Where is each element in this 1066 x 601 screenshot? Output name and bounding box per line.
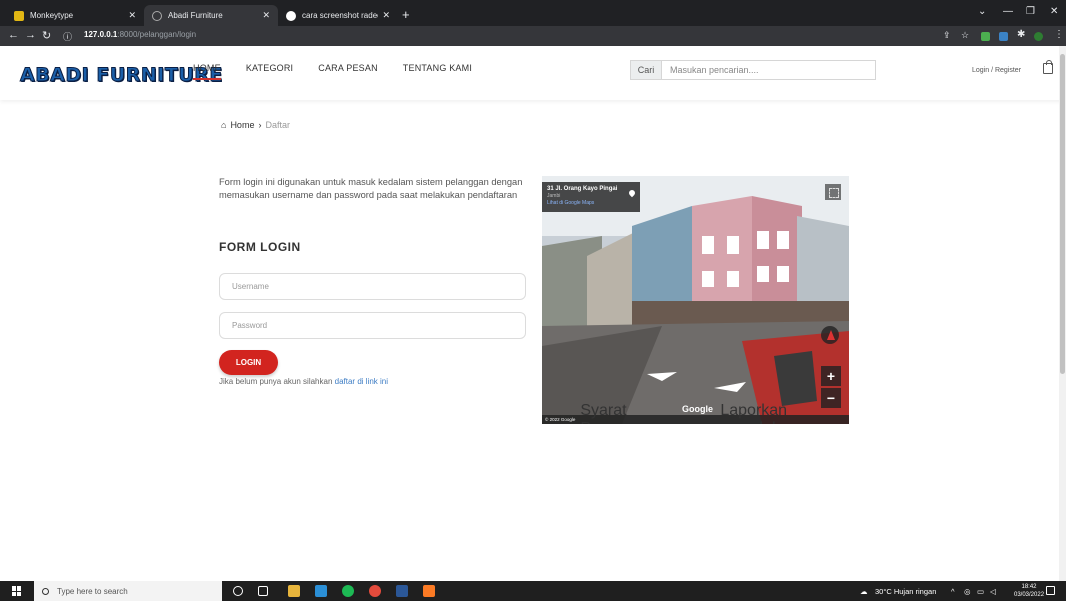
windows-start-icon[interactable] [12, 586, 22, 596]
close-icon[interactable]: ✕ [382, 10, 390, 21]
tab-screenshot-search[interactable]: cara screenshot radeon software ✕ [278, 5, 398, 26]
url-field[interactable]: 127.0.0.1:8000/pelanggan/login [84, 30, 196, 39]
file-explorer-icon[interactable] [288, 585, 300, 597]
map-report-link[interactable]: Laporkan masalah [720, 402, 846, 425]
view-on-google-maps-link[interactable]: Lihat di Google Maps [547, 200, 635, 206]
chevron-down-icon[interactable]: ⌄ [978, 6, 986, 17]
vscode-icon[interactable] [315, 585, 327, 597]
minimize-icon[interactable]: — [1003, 6, 1013, 17]
search-prefix-label: Cari [631, 61, 662, 79]
map-address: 31 Jl. Orang Kayo Pingai [547, 186, 618, 192]
register-note: Jika belum punya akun silahkan daftar di… [219, 377, 388, 386]
register-link[interactable]: daftar di link ini [335, 377, 388, 386]
taskbar-clock[interactable]: 18:42 03/03/2022 [1014, 583, 1044, 599]
restore-icon[interactable]: ❐ [1026, 6, 1035, 17]
kebab-menu-icon[interactable]: ⋮ [1054, 29, 1064, 40]
compass-icon[interactable] [821, 326, 839, 344]
register-prefix: Jika belum punya akun silahkan [219, 377, 333, 386]
tab-monkeytype[interactable]: Monkeytype ✕ [6, 5, 144, 26]
windows-taskbar: Type here to search ☁ 30°C Hujan ringan … [0, 581, 1066, 601]
scroll-thumb[interactable] [1060, 54, 1065, 374]
tab-title: Abadi Furniture [168, 11, 223, 20]
chrome-icon[interactable] [369, 585, 381, 597]
extension-icon[interactable] [981, 32, 990, 41]
back-icon[interactable]: ← [8, 29, 19, 41]
search-box: Cari [630, 60, 876, 80]
volume-icon[interactable]: ◁ [990, 587, 996, 596]
main-menu: HOME KATEGORI CARA PESAN TENTANG KAMI [193, 63, 472, 80]
browser-tab-bar: Monkeytype ✕ Abadi Furniture ✕ cara scre… [0, 0, 1066, 26]
menu-item-cara-pesan[interactable]: CARA PESAN [318, 63, 378, 80]
weather-text[interactable]: 30°C Hujan ringan [875, 587, 936, 596]
url-host: 127.0.0.1 [84, 30, 118, 39]
map-copyright: © 2022 Google [545, 417, 576, 422]
clock-time: 18:42 [1021, 584, 1037, 590]
street-view-image [542, 176, 849, 424]
form-title: FORM LOGIN [219, 240, 301, 254]
taskbar-search[interactable]: Type here to search [34, 581, 222, 601]
street-view-map[interactable]: 31 Jl. Orang Kayo Pingai Jambi Lihat di … [542, 176, 849, 424]
taskbar-search-placeholder: Type here to search [57, 586, 128, 596]
google-favicon-icon [286, 10, 296, 21]
breadcrumb: ⌂ Home › Daftar [221, 120, 290, 130]
menu-item-kategori[interactable]: KATEGORI [246, 63, 293, 80]
site-header: ABADI FURNITURE HOME KATEGORI CARA PESAN… [0, 46, 1066, 100]
star-icon[interactable]: ☆ [961, 30, 969, 41]
fullscreen-icon[interactable] [825, 184, 841, 200]
breadcrumb-home[interactable]: Home [230, 120, 254, 130]
notification-icon[interactable] [1046, 586, 1055, 595]
search-icon [42, 587, 49, 595]
profile-avatar-icon[interactable] [1034, 32, 1043, 41]
page-scrollbar[interactable] [1059, 46, 1066, 581]
battery-icon[interactable]: ▭ [977, 587, 984, 596]
info-icon[interactable]: ⓘ [63, 30, 72, 43]
tab-title: cara screenshot radeon software [302, 11, 378, 20]
breadcrumb-separator: › [258, 120, 262, 130]
tab-title: Monkeytype [30, 11, 74, 20]
password-input[interactable] [219, 312, 526, 339]
task-view-icon[interactable] [258, 586, 268, 596]
map-terms-link[interactable]: Syarat Penggunaan [580, 402, 715, 425]
username-input[interactable] [219, 273, 526, 300]
cortana-icon[interactable] [233, 586, 243, 596]
address-bar: ← → ↻ ⓘ 127.0.0.1:8000/pelanggan/login ⇪… [0, 26, 1066, 46]
intro-text: Form login ini digunakan untuk masuk ked… [219, 177, 523, 200]
clock-date: 03/03/2022 [1014, 592, 1045, 598]
extension-icon[interactable] [999, 32, 1008, 41]
map-city: Jambi [547, 193, 561, 199]
spotify-icon[interactable] [342, 585, 354, 597]
monkeytype-favicon-icon [14, 10, 24, 21]
word-icon[interactable] [396, 585, 408, 597]
reload-icon[interactable]: ↻ [42, 29, 51, 42]
new-tab-icon[interactable]: + [402, 7, 410, 22]
close-icon[interactable]: ✕ [128, 10, 136, 21]
shopping-bag-icon[interactable] [1043, 60, 1053, 74]
zoom-in-button[interactable]: + [821, 366, 841, 386]
xampp-icon[interactable] [423, 585, 435, 597]
login-register-link[interactable]: Login / Register [972, 67, 1021, 74]
forward-icon[interactable]: → [25, 29, 36, 41]
network-icon[interactable]: ◎ [964, 587, 971, 596]
menu-item-tentang-kami[interactable]: TENTANG KAMI [403, 63, 472, 80]
map-footer: © 2022 Google Syarat Penggunaan Laporkan… [542, 402, 849, 424]
home-icon: ⌂ [221, 120, 227, 130]
map-info-card: 31 Jl. Orang Kayo Pingai Jambi Lihat di … [542, 182, 640, 212]
search-input[interactable] [662, 61, 875, 79]
close-icon[interactable]: ✕ [262, 10, 270, 21]
globe-favicon-icon [152, 10, 162, 21]
tab-abadi-furniture[interactable]: Abadi Furniture ✕ [144, 5, 278, 26]
menu-item-home[interactable]: HOME [193, 63, 221, 80]
url-path: :8000/pelanggan/login [117, 30, 197, 39]
puzzle-icon[interactable]: ✱ [1017, 29, 1025, 40]
share-icon[interactable]: ⇪ [943, 30, 951, 41]
breadcrumb-current: Daftar [265, 120, 290, 130]
login-button[interactable]: LOGIN [219, 350, 278, 375]
close-window-icon[interactable]: ✕ [1050, 6, 1058, 17]
weather-cloud-icon: ☁ [860, 587, 868, 596]
chevron-up-icon[interactable]: ^ [951, 587, 955, 596]
